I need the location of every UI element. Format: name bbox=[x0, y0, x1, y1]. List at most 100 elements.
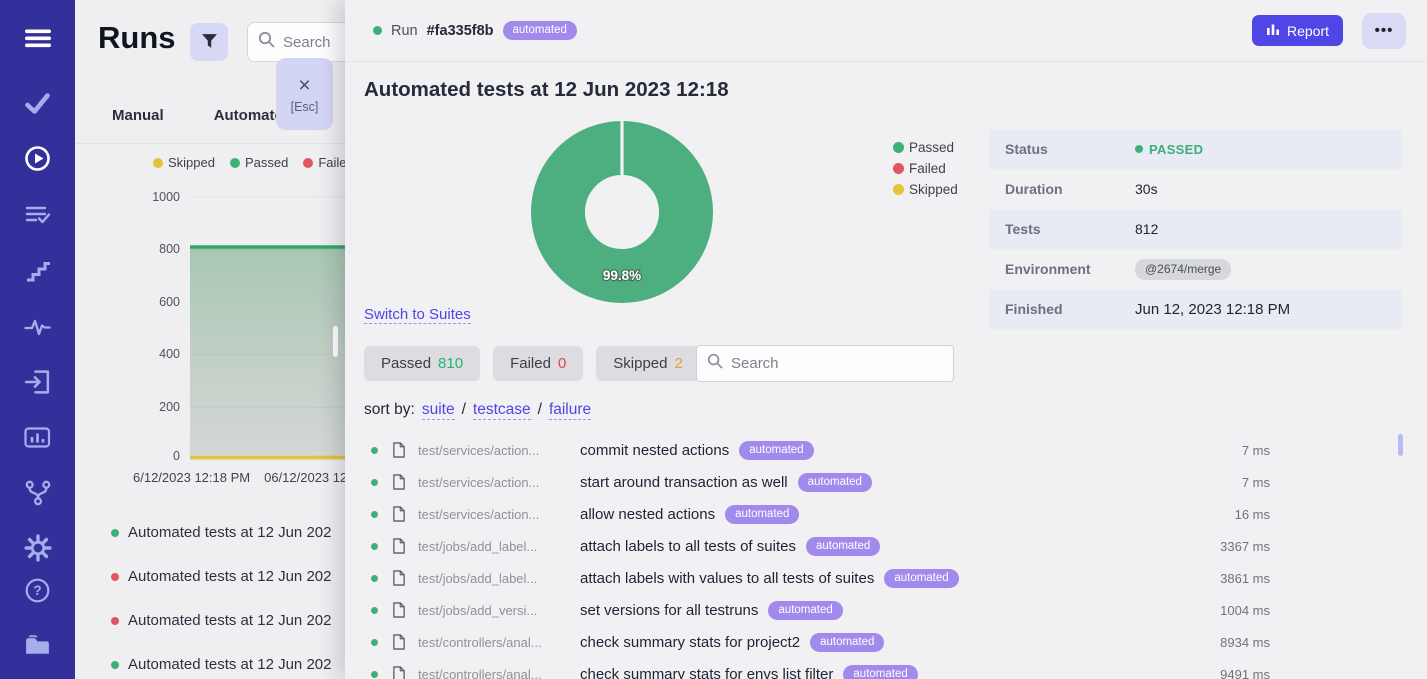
test-status-dot bbox=[371, 607, 378, 614]
test-duration: 7 ms bbox=[1242, 475, 1270, 490]
analytics-icon[interactable] bbox=[0, 424, 75, 451]
report-button[interactable]: Report bbox=[1252, 15, 1343, 46]
summary-row-environment: Environment @2674/merge bbox=[989, 249, 1402, 289]
test-suite-path: test/services/action... bbox=[418, 507, 573, 522]
test-duration: 3861 ms bbox=[1220, 571, 1270, 586]
legend-passed: Passed bbox=[230, 155, 288, 170]
run-label: Run bbox=[391, 23, 418, 39]
test-name: set versions for all testrunsautomated bbox=[580, 601, 843, 620]
failed-dot bbox=[893, 163, 904, 174]
test-name: attach labels with values to all tests o… bbox=[580, 569, 959, 588]
test-name: check summary stats for project2automate… bbox=[580, 633, 884, 652]
test-duration: 16 ms bbox=[1235, 507, 1270, 522]
run-summary-table: Status PASSED Duration 30s Tests 812 Env… bbox=[989, 129, 1402, 329]
skipped-count: 2 bbox=[675, 355, 683, 372]
branches-icon[interactable] bbox=[0, 479, 75, 507]
funnel-icon bbox=[201, 33, 218, 52]
donut-percentage: 99.8% bbox=[603, 268, 641, 283]
run-status-dot bbox=[373, 26, 382, 35]
filter-button[interactable] bbox=[190, 23, 228, 61]
test-duration: 8934 ms bbox=[1220, 635, 1270, 650]
filter-failed[interactable]: Failed0 bbox=[493, 346, 583, 381]
import-icon[interactable] bbox=[0, 368, 75, 396]
ytick-800: 800 bbox=[140, 242, 180, 256]
test-row[interactable]: test/services/action... commit nested ac… bbox=[345, 434, 1427, 466]
test-duration: 7 ms bbox=[1242, 443, 1270, 458]
test-duration: 3367 ms bbox=[1220, 539, 1270, 554]
sort-by-testcase[interactable]: testcase bbox=[473, 401, 531, 420]
run-id: #fa335f8b bbox=[427, 23, 494, 39]
run-title: Automated tests at 12 Jun 2023 12:18 bbox=[364, 78, 729, 102]
run-type-badge: automated bbox=[503, 21, 577, 40]
file-icon bbox=[392, 665, 406, 679]
runs-icon[interactable] bbox=[0, 145, 75, 172]
filter-passed[interactable]: Passed810 bbox=[364, 346, 480, 381]
tests-search-input[interactable] bbox=[731, 355, 920, 372]
sort-bar: sort by: suite / testcase / failure bbox=[364, 401, 591, 420]
sidebar: ? bbox=[0, 0, 75, 679]
sort-label: sort by: bbox=[364, 401, 415, 419]
menu-icon[interactable] bbox=[0, 25, 75, 51]
test-suite-path: test/jobs/add_label... bbox=[418, 571, 573, 586]
tests-icon[interactable] bbox=[0, 90, 75, 117]
close-panel-button[interactable]: × [Esc] bbox=[276, 58, 333, 130]
switch-to-suites-link[interactable]: Switch to Suites bbox=[364, 306, 471, 324]
test-status-dot bbox=[371, 479, 378, 486]
skipped-dot bbox=[893, 184, 904, 195]
test-suite-path: test/jobs/add_versi... bbox=[418, 603, 573, 618]
panel-scrollbar[interactable] bbox=[1398, 434, 1403, 456]
run-type-tabs: Manual Automated bbox=[112, 107, 292, 124]
environment-badge: @2674/merge bbox=[1135, 259, 1231, 280]
test-badge: automated bbox=[739, 441, 813, 460]
tab-manual[interactable]: Manual bbox=[112, 107, 164, 124]
test-row[interactable]: test/controllers/anal... check summary s… bbox=[345, 626, 1427, 658]
run-status-dot bbox=[111, 617, 119, 625]
pulse-icon[interactable] bbox=[0, 314, 75, 341]
file-icon bbox=[392, 537, 406, 560]
test-row[interactable]: test/jobs/add_label... attach labels to … bbox=[345, 530, 1427, 562]
legend-passed: Passed bbox=[893, 140, 958, 155]
milestones-icon[interactable] bbox=[0, 257, 75, 283]
run-list-item[interactable]: Automated tests at 12 Jun 202 bbox=[111, 568, 331, 585]
file-icon bbox=[392, 505, 406, 528]
test-row[interactable]: test/services/action... allow nested act… bbox=[345, 498, 1427, 530]
status-dot bbox=[1135, 145, 1143, 153]
run-status-dot bbox=[111, 661, 119, 669]
status-badge: PASSED bbox=[1149, 142, 1203, 157]
run-list-item[interactable]: Automated tests at 12 Jun 202 bbox=[111, 612, 331, 629]
test-badge: automated bbox=[798, 473, 872, 492]
xlabel-0: 6/12/2023 12:18 PM bbox=[133, 470, 250, 485]
close-icon: × bbox=[298, 75, 310, 96]
file-icon bbox=[392, 441, 406, 464]
test-plans-icon[interactable] bbox=[0, 202, 75, 228]
file-icon bbox=[392, 633, 406, 656]
projects-icon[interactable] bbox=[0, 631, 75, 660]
ytick-0: 0 bbox=[140, 449, 180, 463]
summary-row-finished: Finished Jun 12, 2023 12:18 PM bbox=[989, 289, 1402, 329]
help-icon[interactable]: ? bbox=[0, 577, 75, 604]
settings-icon[interactable] bbox=[0, 534, 75, 562]
test-name: start around transaction as wellautomate… bbox=[580, 473, 872, 492]
summary-row-tests: Tests 812 bbox=[989, 209, 1402, 249]
test-status-dot bbox=[371, 575, 378, 582]
tests-search[interactable] bbox=[696, 345, 954, 382]
test-status-dot bbox=[371, 543, 378, 550]
filter-skipped[interactable]: Skipped2 bbox=[596, 346, 700, 381]
test-name: allow nested actionsautomated bbox=[580, 505, 799, 524]
run-list-item[interactable]: Automated tests at 12 Jun 202 bbox=[111, 524, 331, 541]
test-row[interactable]: test/jobs/add_label... attach labels wit… bbox=[345, 562, 1427, 594]
test-row[interactable]: test/jobs/add_versi... set versions for … bbox=[345, 594, 1427, 626]
runs-scrollbar[interactable] bbox=[332, 325, 339, 358]
more-actions-button[interactable]: ••• bbox=[1362, 13, 1406, 49]
sort-by-suite[interactable]: suite bbox=[422, 401, 455, 420]
app: ? Runs Manual Automated Skipped Passed F… bbox=[0, 0, 1427, 679]
sort-by-failure[interactable]: failure bbox=[549, 401, 591, 420]
run-list-item[interactable]: Automated tests at 12 Jun 202 bbox=[111, 656, 331, 673]
test-name: attach labels to all tests of suitesauto… bbox=[580, 537, 880, 556]
panel-header: Run #fa335f8b automated Report ••• bbox=[345, 0, 1427, 62]
test-row[interactable]: test/controllers/anal... check summary s… bbox=[345, 658, 1427, 679]
failed-dot bbox=[303, 158, 313, 168]
legend-failed: Failed bbox=[893, 161, 958, 176]
failed-count: 0 bbox=[558, 355, 566, 372]
test-row[interactable]: test/services/action... start around tra… bbox=[345, 466, 1427, 498]
